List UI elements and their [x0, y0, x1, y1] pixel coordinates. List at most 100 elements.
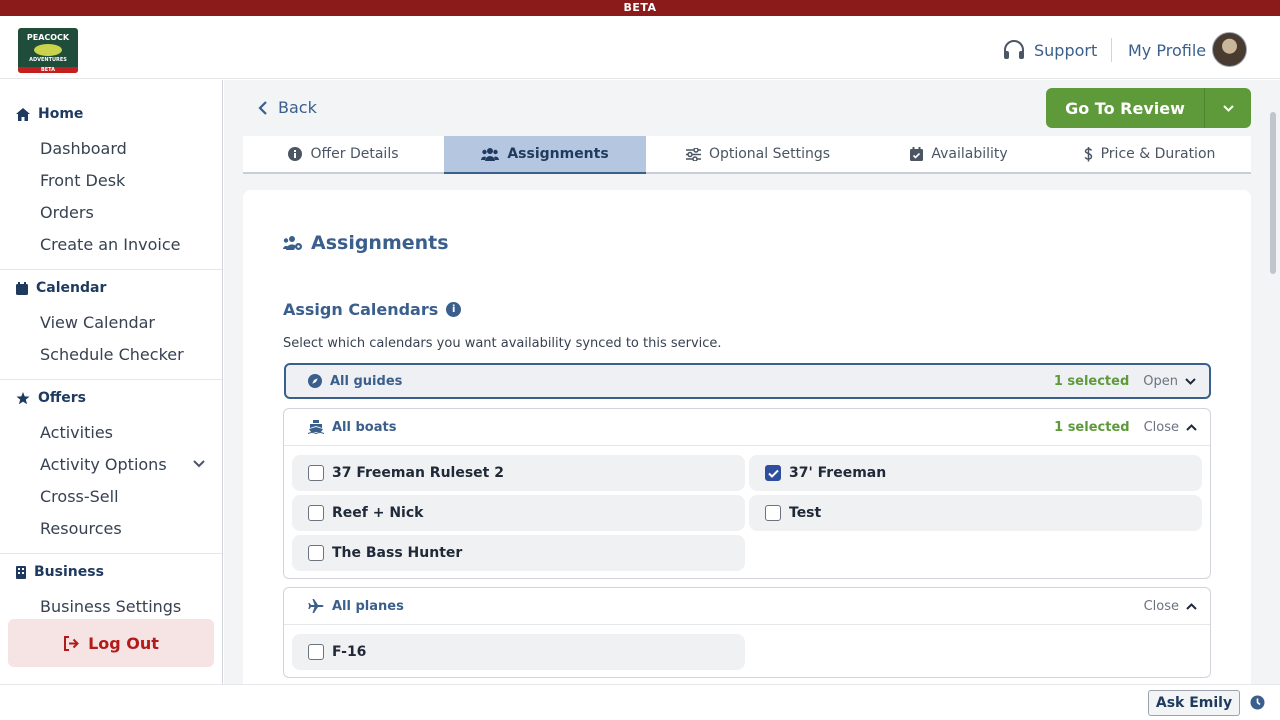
calendar-option[interactable]: The Bass Hunter [292, 535, 745, 571]
calendar-option[interactable]: Test [749, 495, 1202, 531]
info-icon[interactable]: i [446, 302, 462, 317]
sidebar-item-schedule-checker[interactable]: Schedule Checker [40, 345, 184, 364]
info-circle-icon [288, 147, 303, 161]
sidebar-divider [0, 269, 222, 270]
open-toggle[interactable]: Open [1143, 374, 1178, 389]
ship-icon [308, 420, 324, 434]
group-all-planes-header[interactable]: All planes Close [284, 588, 1210, 625]
selected-count: 1 selected [1054, 419, 1130, 435]
chevron-down-icon[interactable] [192, 459, 206, 469]
building-icon [16, 565, 26, 579]
sidebar-section-calendar[interactable]: Calendar [16, 280, 106, 296]
sidebar-section-home[interactable]: Home [16, 106, 83, 122]
footer-bar: Ask Emily [0, 684, 1280, 720]
group-status: Close [1144, 599, 1198, 614]
calendar-check-icon [910, 147, 924, 161]
sidebar-section-business-label: Business [34, 564, 104, 580]
tab-price-duration[interactable]: Price & Duration [1048, 136, 1251, 172]
calendar-option[interactable]: 37' Freeman [749, 455, 1202, 491]
tab-offer-details[interactable]: Offer Details [243, 136, 444, 172]
tab-optional-settings-label: Optional Settings [708, 146, 831, 162]
chevron-down-icon [1222, 104, 1234, 112]
assign-calendars-heading: Assign Calendars i [283, 300, 462, 319]
sidebar-section-offers-label: Offers [38, 390, 86, 406]
calendar-icon [16, 281, 28, 295]
close-toggle[interactable]: Close [1144, 420, 1179, 435]
sidebar-item-activities[interactable]: Activities [40, 423, 113, 442]
back-button[interactable]: Back [258, 98, 317, 117]
logout-button[interactable]: Log Out [8, 619, 214, 667]
users-icon [481, 148, 500, 161]
close-toggle[interactable]: Close [1144, 599, 1179, 614]
sidebar-item-orders[interactable]: Orders [40, 203, 94, 222]
ask-emily-button[interactable]: Ask Emily [1148, 690, 1240, 716]
sidebar-section-home-label: Home [38, 106, 84, 122]
check-icon [767, 469, 779, 478]
calendar-option-label: The Bass Hunter [332, 545, 463, 561]
clock-icon[interactable] [1250, 695, 1265, 710]
card-title-label: Assignments [311, 232, 449, 254]
chevron-up-icon[interactable] [1185, 602, 1198, 611]
sidebar-item-front-desk[interactable]: Front Desk [40, 171, 125, 190]
checkbox-checked[interactable] [765, 465, 781, 481]
checkbox[interactable] [308, 545, 324, 561]
assign-calendars-description: Select which calendars you want availabi… [283, 336, 722, 351]
sidebar-section-calendar-label: Calendar [36, 280, 107, 296]
tab-optional-settings[interactable]: Optional Settings [646, 136, 870, 172]
tab-assignments[interactable]: Assignments [444, 136, 646, 174]
support-label: Support [1034, 40, 1098, 60]
sidebar-section-business[interactable]: Business [16, 564, 104, 580]
chevron-down-icon[interactable] [1184, 377, 1197, 386]
group-all-guides[interactable]: All guides 1 selected Open [284, 363, 1211, 399]
chevron-up-icon[interactable] [1185, 423, 1198, 432]
logout-label: Log Out [88, 633, 159, 653]
tab-offer-details-label: Offer Details [310, 146, 399, 162]
sidebar-item-dashboard[interactable]: Dashboard [40, 139, 127, 158]
sidebar-item-activity-options[interactable]: Activity Options [40, 455, 167, 474]
sidebar-item-resources[interactable]: Resources [40, 519, 122, 538]
sidebar-item-create-invoice[interactable]: Create an Invoice [40, 235, 180, 254]
checkbox[interactable] [308, 465, 324, 481]
logo-line1: PEACOCK [26, 33, 70, 42]
sidebar-divider [0, 379, 222, 380]
support-link[interactable]: Support [1002, 38, 1097, 62]
avatar[interactable] [1212, 32, 1247, 67]
checkbox[interactable] [308, 505, 324, 521]
go-to-review-button[interactable]: Go To Review [1046, 88, 1251, 128]
card-title: Assignments [283, 232, 449, 254]
calendar-option[interactable]: Reef + Nick [292, 495, 745, 531]
group-all-boats: All boats 1 selected Close 37 Freeman Ru… [283, 408, 1211, 579]
calendar-option[interactable]: 37 Freeman Ruleset 2 [292, 455, 745, 491]
company-logo[interactable]: PEACOCK ADVENTURES BETA [18, 28, 78, 73]
profile-label: My Profile [1128, 40, 1207, 60]
tab-assignments-label: Assignments [507, 146, 609, 162]
review-dropdown-toggle[interactable] [1205, 104, 1251, 113]
checkbox[interactable] [765, 505, 781, 521]
sidebar-item-cross-sell[interactable]: Cross-Sell [40, 487, 119, 506]
group-all-guides-label: All guides [330, 373, 403, 389]
chevron-left-icon [258, 100, 267, 115]
sidebar: Home Dashboard Front Desk Orders Create … [0, 80, 223, 684]
group-name: All guides [308, 374, 402, 389]
calendar-option-label: 37 Freeman Ruleset 2 [332, 465, 504, 481]
group-status: 1 selected Close [1054, 420, 1198, 435]
group-all-boats-header[interactable]: All boats 1 selected Close [284, 409, 1210, 446]
tab-availability-label: Availability [931, 146, 1008, 162]
sidebar-item-business-settings[interactable]: Business Settings [40, 597, 181, 616]
checkbox[interactable] [308, 644, 324, 660]
page-scrollbar[interactable] [1270, 112, 1276, 274]
my-profile-link[interactable]: My Profile [1128, 38, 1206, 62]
compass-icon [308, 374, 322, 388]
back-label: Back [278, 98, 317, 117]
assign-calendars-label: Assign Calendars [283, 300, 439, 319]
calendar-option-label: F-16 [332, 644, 367, 660]
tab-price-duration-label: Price & Duration [1100, 146, 1216, 162]
header-divider [1111, 38, 1112, 62]
sidebar-section-offers[interactable]: Offers [16, 390, 86, 406]
tab-availability[interactable]: Availability [870, 136, 1048, 172]
fish-icon [34, 44, 62, 56]
logo-line3: BETA [18, 67, 78, 73]
sliders-icon [685, 147, 701, 161]
sidebar-item-view-calendar[interactable]: View Calendar [40, 313, 155, 332]
calendar-option[interactable]: F-16 [292, 634, 745, 670]
